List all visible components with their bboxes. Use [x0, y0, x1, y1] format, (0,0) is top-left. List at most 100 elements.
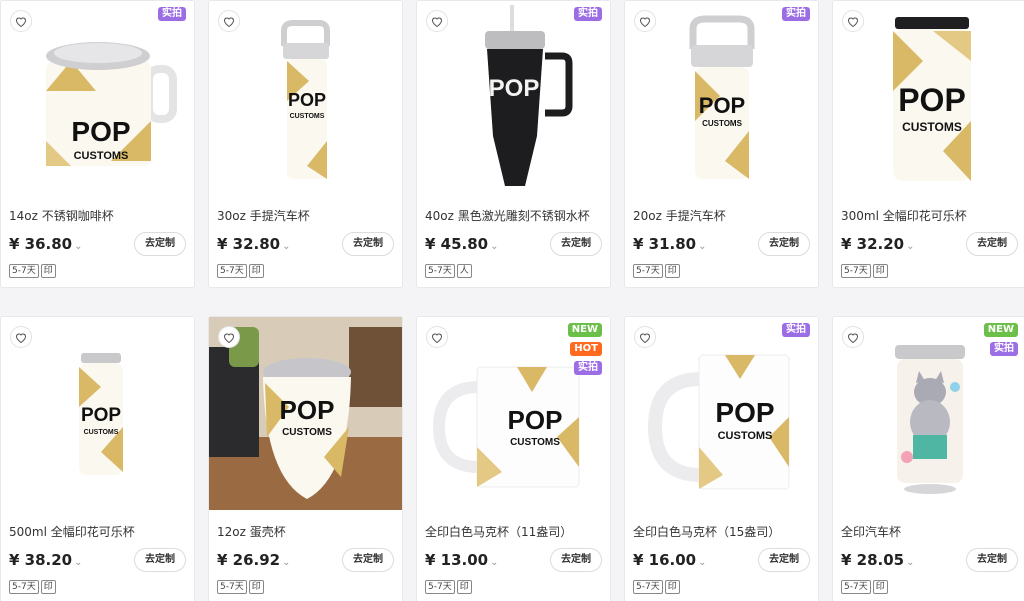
customize-button[interactable]: 去定制	[966, 548, 1018, 572]
customize-button[interactable]: 去定制	[550, 548, 602, 572]
print-tag: 印	[40, 264, 56, 278]
product-price[interactable]: ¥ 26.92 ⌄	[217, 551, 291, 569]
handle-tumbler-icon: POP CUSTOMS	[281, 20, 330, 179]
customize-button[interactable]: 去定制	[342, 232, 394, 256]
product-image[interactable]: POP CUSTOMS	[209, 317, 402, 510]
product-title[interactable]: 全印白色马克杯（11盎司）	[425, 523, 572, 540]
svg-text:CUSTOMS: CUSTOMS	[510, 437, 560, 448]
badge-group: NEW HOT 实拍	[567, 323, 602, 375]
favorite-heart-icon[interactable]	[842, 326, 864, 348]
price-value: ¥ 36.80	[9, 235, 73, 253]
badge-group: 实拍	[158, 7, 186, 21]
customize-button[interactable]: 去定制	[134, 548, 186, 572]
shipai-badge: 实拍	[158, 7, 186, 21]
product-price[interactable]: ¥ 16.00 ⌄	[633, 551, 707, 569]
tag-group: 5-7天人	[425, 264, 472, 278]
svg-text:POP: POP	[699, 93, 745, 118]
product-price[interactable]: ¥ 13.00 ⌄	[425, 551, 499, 569]
product-card[interactable]: POP CUSTOMS 实拍 14oz 不锈钢咖啡杯 ¥ 36.80 ⌄ 去定制 …	[0, 0, 195, 288]
chevron-down-icon: ⌄	[906, 241, 915, 252]
svg-text:POP: POP	[288, 90, 326, 110]
product-card[interactable]: POP CUSTOMS 实拍 20oz 手提汽车杯 ¥ 31.80 ⌄ 去定制 5…	[624, 0, 819, 288]
product-title[interactable]: 20oz 手提汽车杯	[633, 207, 726, 224]
product-image[interactable]: POP CUSTOMS	[1, 317, 194, 510]
customize-button[interactable]: 去定制	[758, 548, 810, 572]
price-value: ¥ 28.05	[841, 551, 905, 569]
product-image[interactable]: POP CUSTOMS	[833, 1, 1024, 194]
chevron-down-icon: ⌄	[698, 241, 707, 252]
svg-text:CUSTOMS: CUSTOMS	[282, 427, 332, 438]
delivery-tag: 5-7天	[633, 580, 663, 594]
product-price[interactable]: ¥ 38.20 ⌄	[9, 551, 83, 569]
product-title[interactable]: 300ml 全幅印花可乐杯	[841, 207, 967, 224]
product-card[interactable]: POP CUSTOMS 500ml 全幅印花可乐杯 ¥ 38.20 ⌄ 去定制 5…	[0, 316, 195, 601]
product-card[interactable]: POP CUSTOMS 300ml 全幅印花可乐杯 ¥ 32.20 ⌄ 去定制 5…	[832, 0, 1024, 288]
product-title[interactable]: 全印白色马克杯（15盎司）	[633, 523, 780, 540]
product-price[interactable]: ¥ 31.80 ⌄	[633, 235, 707, 253]
product-title[interactable]: 全印汽车杯	[841, 523, 901, 540]
product-price[interactable]: ¥ 28.05 ⌄	[841, 551, 915, 569]
product-title[interactable]: 30oz 手提汽车杯	[217, 207, 310, 224]
customize-button[interactable]: 去定制	[342, 548, 394, 572]
price-value: ¥ 32.80	[217, 235, 281, 253]
delivery-tag: 5-7天	[217, 580, 247, 594]
product-title[interactable]: 500ml 全幅印花可乐杯	[9, 523, 135, 540]
favorite-heart-icon[interactable]	[634, 10, 656, 32]
tag-group: 5-7天印	[425, 580, 472, 594]
delivery-tag: 5-7天	[633, 264, 663, 278]
shipai-badge: 实拍	[782, 7, 810, 21]
favorite-heart-icon[interactable]	[218, 326, 240, 348]
product-card[interactable]: POP 实拍 40oz 黑色激光雕刻不锈钢水杯 ¥ 45.80 ⌄ 去定制 5-7…	[416, 0, 611, 288]
product-title[interactable]: 40oz 黑色激光雕刻不锈钢水杯	[425, 207, 590, 224]
price-value: ¥ 45.80	[425, 235, 489, 253]
product-image[interactable]: POP	[417, 1, 610, 194]
customize-button[interactable]: 去定制	[966, 232, 1018, 256]
svg-text:CUSTOMS: CUSTOMS	[290, 113, 325, 120]
chevron-down-icon: ⌄	[490, 241, 499, 252]
favorite-heart-icon[interactable]	[426, 326, 448, 348]
stainless-mug-icon: POP CUSTOMS	[46, 42, 177, 166]
favorite-heart-icon[interactable]	[842, 10, 864, 32]
product-card[interactable]: NEW 实拍 全印汽车杯 ¥ 28.05 ⌄ 去定制 5-7天印	[832, 316, 1024, 601]
customize-button[interactable]: 去定制	[550, 232, 602, 256]
product-price[interactable]: ¥ 36.80 ⌄	[9, 235, 83, 253]
favorite-heart-icon[interactable]	[426, 10, 448, 32]
favorite-heart-icon[interactable]	[10, 10, 32, 32]
badge-group: NEW 实拍	[983, 323, 1018, 356]
product-card[interactable]: POP CUSTOMS NEW HOT 实拍 全印白色马克杯（11盎司） ¥ 1…	[416, 316, 611, 601]
print-tag: 印	[872, 580, 888, 594]
handle-tumbler-icon: POP CUSTOMS	[689, 15, 755, 179]
product-card[interactable]: POP CUSTOMS 12oz 蛋壳杯 ¥ 26.92 ⌄ 去定制 5-7天印	[208, 316, 403, 601]
product-title[interactable]: 12oz 蛋壳杯	[217, 523, 286, 540]
chevron-down-icon: ⌄	[282, 557, 291, 568]
favorite-heart-icon[interactable]	[634, 326, 656, 348]
chevron-down-icon: ⌄	[282, 241, 291, 252]
hot-badge: HOT	[570, 342, 602, 356]
product-image[interactable]: POP CUSTOMS	[625, 1, 818, 194]
customize-button[interactable]: 去定制	[134, 232, 186, 256]
product-price[interactable]: ¥ 32.20 ⌄	[841, 235, 915, 253]
product-image[interactable]: POP CUSTOMS	[1, 1, 194, 194]
customize-button[interactable]: 去定制	[758, 232, 810, 256]
product-price[interactable]: ¥ 32.80 ⌄	[217, 235, 291, 253]
product-price[interactable]: ¥ 45.80 ⌄	[425, 235, 499, 253]
favorite-heart-icon[interactable]	[218, 10, 240, 32]
price-value: ¥ 38.20	[9, 551, 73, 569]
delivery-tag: 5-7天	[841, 264, 871, 278]
price-value: ¥ 31.80	[633, 235, 697, 253]
product-image[interactable]: POP CUSTOMS	[209, 1, 402, 194]
price-value: ¥ 16.00	[633, 551, 697, 569]
chevron-down-icon: ⌄	[698, 557, 707, 568]
black-tumbler-icon: POP	[485, 5, 573, 186]
product-card[interactable]: POP CUSTOMS 实拍 全印白色马克杯（15盎司） ¥ 16.00 ⌄ 去定…	[624, 316, 819, 601]
svg-text:CUSTOMS: CUSTOMS	[84, 429, 119, 436]
product-image[interactable]: POP CUSTOMS	[625, 317, 818, 510]
shipai-badge: 实拍	[574, 7, 602, 21]
print-tag: 印	[664, 264, 680, 278]
product-card[interactable]: POP CUSTOMS 30oz 手提汽车杯 ¥ 32.80 ⌄ 去定制 5-7天…	[208, 0, 403, 288]
favorite-heart-icon[interactable]	[10, 326, 32, 348]
product-title[interactable]: 14oz 不锈钢咖啡杯	[9, 207, 114, 224]
tag-group: 5-7天印	[217, 580, 264, 594]
delivery-tag: 5-7天	[841, 580, 871, 594]
cola-can-icon: POP CUSTOMS	[893, 17, 971, 181]
